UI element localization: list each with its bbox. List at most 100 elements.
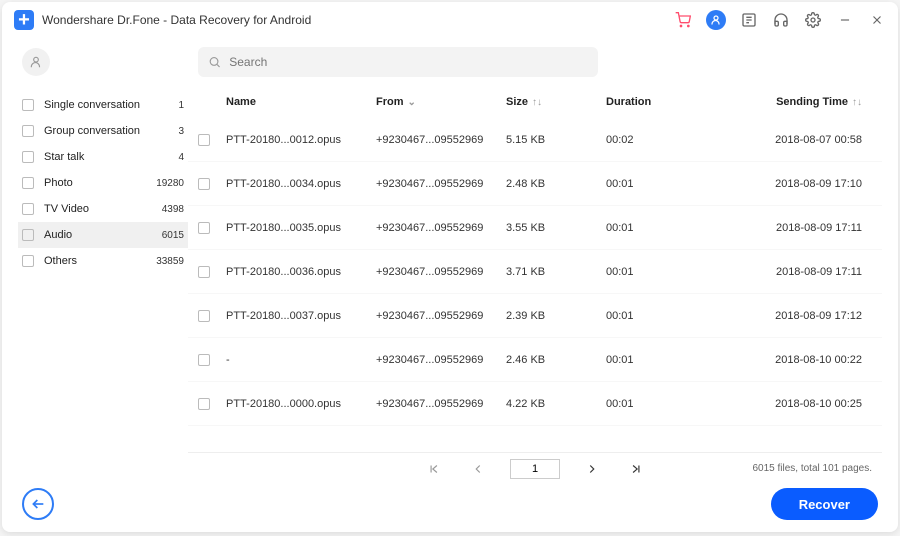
header-size[interactable]: Size↑↓: [506, 96, 606, 108]
row-checkbox-cell: [198, 266, 226, 278]
search-box[interactable]: [198, 47, 598, 77]
header-name[interactable]: Name: [226, 96, 376, 108]
checkbox[interactable]: [22, 229, 34, 241]
sidebar-item[interactable]: Group conversation 3: [18, 118, 188, 144]
cell-from: +9230467...09552969: [376, 266, 506, 278]
table-row[interactable]: PTT-20180...0012.opus+9230467...09552969…: [188, 118, 882, 162]
sidebar-item-count: 19280: [156, 178, 184, 189]
table-body: PTT-20180...0012.opus+9230467...09552969…: [188, 118, 882, 452]
app-logo: +: [14, 10, 34, 30]
row-checkbox-cell: [198, 354, 226, 366]
checkbox[interactable]: [22, 99, 34, 111]
cell-size: 2.48 KB: [506, 178, 606, 190]
cell-time: 2018-08-10 00:22: [706, 354, 872, 366]
cell-time: 2018-08-09 17:10: [706, 178, 872, 190]
cart-icon[interactable]: [674, 11, 692, 29]
cell-size: 3.55 KB: [506, 222, 606, 234]
cell-from: +9230467...09552969: [376, 354, 506, 366]
cell-size: 2.39 KB: [506, 310, 606, 322]
page-next-icon[interactable]: [580, 457, 604, 481]
table-row[interactable]: PTT-20180...0000.opus+9230467...09552969…: [188, 382, 882, 426]
cell-time: 2018-08-07 00:58: [706, 134, 872, 146]
page-prev-icon[interactable]: [466, 457, 490, 481]
person-filter-icon[interactable]: [22, 48, 50, 76]
sidebar-item[interactable]: TV Video4398: [18, 196, 188, 222]
checkbox[interactable]: [22, 177, 34, 189]
sidebar-item-count: 33859: [156, 256, 184, 267]
header-duration[interactable]: Duration: [606, 96, 706, 108]
sidebar-item-count: 6015: [162, 230, 184, 241]
cell-from: +9230467...09552969: [376, 222, 506, 234]
page-first-icon[interactable]: [422, 457, 446, 481]
checkbox[interactable]: [22, 203, 34, 215]
cell-duration: 00:01: [606, 310, 706, 322]
checkbox[interactable]: [22, 255, 34, 267]
topbar: [18, 38, 882, 86]
cell-time: 2018-08-10 00:25: [706, 398, 872, 410]
checkbox[interactable]: [198, 398, 210, 410]
cell-size: 5.15 KB: [506, 134, 606, 146]
cell-name: PTT-20180...0036.opus: [226, 266, 376, 278]
sidebar-item-label: Others: [44, 255, 152, 267]
table-row[interactable]: PTT-20180...0036.opus+9230467...09552969…: [188, 250, 882, 294]
sidebar-item-label: Group conversation: [44, 125, 174, 137]
cell-duration: 00:01: [606, 398, 706, 410]
cell-duration: 00:01: [606, 354, 706, 366]
sidebar-item[interactable]: Single conversation1: [18, 92, 188, 118]
checkbox[interactable]: [198, 222, 210, 234]
sidebar-item-label: Single conversation: [44, 99, 174, 111]
cell-duration: 00:02: [606, 134, 706, 146]
search-icon: [208, 55, 221, 69]
back-button[interactable]: [22, 488, 54, 520]
sidebar-item[interactable]: Star talk4: [18, 144, 188, 170]
settings-icon[interactable]: [804, 11, 822, 29]
pager: 6015 files, total 101 pages.: [188, 452, 882, 484]
user-icon[interactable]: [706, 10, 726, 30]
checkbox[interactable]: [198, 310, 210, 322]
page-input[interactable]: [510, 459, 560, 479]
checkbox[interactable]: [198, 134, 210, 146]
sidebar-item-label: TV Video: [44, 203, 158, 215]
checkbox[interactable]: [198, 266, 210, 278]
minimize-icon[interactable]: [836, 11, 854, 29]
app-title: Wondershare Dr.Fone - Data Recovery for …: [42, 13, 674, 27]
footer: Recover: [18, 484, 882, 532]
table-row[interactable]: -+9230467...095529692.46 KB00:012018-08-…: [188, 338, 882, 382]
feedback-icon[interactable]: [740, 11, 758, 29]
checkbox[interactable]: [22, 125, 34, 137]
recover-button[interactable]: Recover: [771, 488, 878, 520]
table-row[interactable]: PTT-20180...0035.opus+9230467...09552969…: [188, 206, 882, 250]
support-icon[interactable]: [772, 11, 790, 29]
pager-info: 6015 files, total 101 pages.: [752, 463, 872, 474]
cell-from: +9230467...09552969: [376, 310, 506, 322]
close-icon[interactable]: [868, 11, 886, 29]
header-time[interactable]: Sending Time↑↓: [706, 96, 872, 108]
sidebar-item[interactable]: Photo 19280: [18, 170, 188, 196]
cell-name: PTT-20180...0012.opus: [226, 134, 376, 146]
table-row[interactable]: PTT-20180...0034.opus+9230467...09552969…: [188, 162, 882, 206]
sidebar-item[interactable]: Audio 6015: [18, 222, 188, 248]
cell-name: -: [226, 354, 376, 366]
table-row[interactable]: PTT-20180...0037.opus+9230467...09552969…: [188, 294, 882, 338]
header-from[interactable]: From⌄: [376, 96, 506, 108]
cell-from: +9230467...09552969: [376, 134, 506, 146]
sidebar-item[interactable]: Others 33859: [18, 248, 188, 274]
cell-from: +9230467...09552969: [376, 178, 506, 190]
body: Single conversation1 Group conversation 3 S…: [2, 38, 898, 532]
main: Single conversation1 Group conversation 3 S…: [18, 86, 882, 484]
titlebar-actions: [674, 10, 886, 30]
sidebar-item-count: 3: [178, 126, 184, 137]
sidebar-item-label: Photo: [44, 177, 152, 189]
cell-duration: 00:01: [606, 178, 706, 190]
checkbox[interactable]: [22, 151, 34, 163]
cell-time: 2018-08-09 17:11: [706, 222, 872, 234]
cell-name: PTT-20180...0034.opus: [226, 178, 376, 190]
page-last-icon[interactable]: [624, 457, 648, 481]
cell-time: 2018-08-09 17:12: [706, 310, 872, 322]
search-input[interactable]: [229, 55, 588, 69]
cell-name: PTT-20180...0037.opus: [226, 310, 376, 322]
checkbox[interactable]: [198, 178, 210, 190]
sidebar-item-label: Audio: [44, 229, 158, 241]
titlebar: + Wondershare Dr.Fone - Data Recovery fo…: [2, 2, 898, 38]
checkbox[interactable]: [198, 354, 210, 366]
